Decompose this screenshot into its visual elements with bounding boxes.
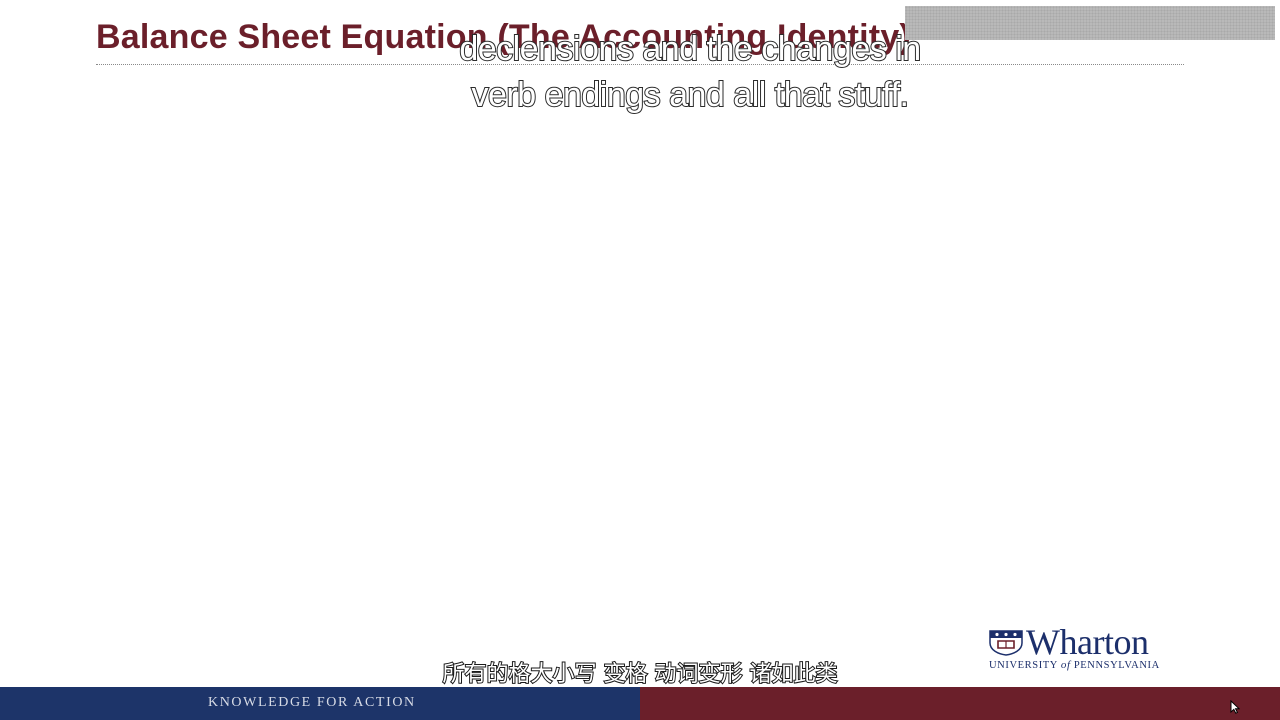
footer-tagline: KNOWLEDGE FOR ACTION xyxy=(208,695,416,710)
wharton-logo: Wharton UNIVERSITY of PENNSYLVANIA xyxy=(988,622,1193,672)
logo-university-suffix: PENNSYLVANIA xyxy=(1070,660,1160,671)
logo-university: UNIVERSITY of PENNSYLVANIA xyxy=(989,659,1160,671)
footer-red-band xyxy=(640,687,1280,720)
chinese-caption: 所有的格大小写 变格 动词变形 诸如此类 xyxy=(442,661,839,688)
mouse-cursor-icon xyxy=(1230,700,1240,714)
english-caption: declensions and the changes in verb endi… xyxy=(340,26,1040,118)
logo-university-prefix: UNIVERSITY xyxy=(989,660,1061,671)
shield-icon xyxy=(989,630,1023,656)
english-caption-line-2: verb endings and all that stuff. xyxy=(470,75,910,115)
english-caption-line-1: declensions and the changes in xyxy=(458,29,922,69)
logo-wordmark: Wharton xyxy=(1026,622,1149,662)
footer-bar: KNOWLEDGE FOR ACTION xyxy=(0,687,1280,720)
logo-university-of: of xyxy=(1060,659,1071,671)
slide: Balance Sheet Equation (The Accounting I… xyxy=(0,0,1280,720)
footer-blue-band: KNOWLEDGE FOR ACTION xyxy=(0,687,640,720)
